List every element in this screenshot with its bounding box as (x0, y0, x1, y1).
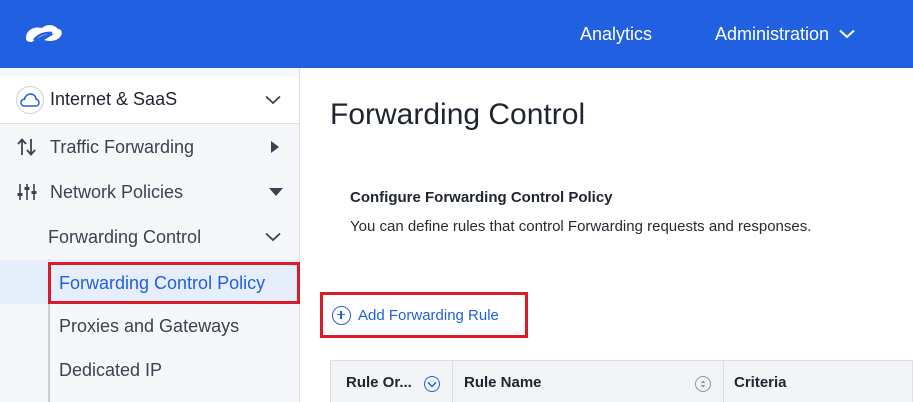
chevron-down-icon (265, 95, 281, 104)
sidebar-item-label: Traffic Forwarding (50, 136, 195, 157)
caret-down-icon (269, 188, 283, 196)
top-bar: Analytics Administration (0, 0, 913, 68)
sidebar-item-forwarding-control-policy[interactable]: Forwarding Control Policy (0, 260, 300, 304)
sidebar-item-label: Network Policies (50, 181, 184, 202)
cloud-icon (16, 85, 44, 114)
column-header-rule-name[interactable]: Rule Name (453, 361, 724, 402)
sidebar: Internet & SaaS Traffic Forwarding Netwo… (0, 68, 300, 402)
sidebar-section-internet-saas[interactable]: Internet & SaaS (0, 76, 299, 124)
page-title: Forwarding Control (330, 98, 586, 131)
nav-administration[interactable]: Administration (715, 0, 855, 68)
nav-analytics[interactable]: Analytics (580, 0, 652, 68)
column-header-label: Criteria (734, 373, 787, 391)
table-header: Rule Or... Rule Name Criteria (330, 360, 913, 402)
sidebar-item-network-policies[interactable]: Network Policies (0, 170, 299, 214)
sort-icon[interactable] (695, 376, 711, 392)
nav-administration-label: Administration (715, 23, 830, 44)
caret-right-icon (271, 141, 279, 153)
column-header-label: Rule Name (464, 373, 542, 391)
sidebar-item-forwarding-control[interactable]: Forwarding Control (0, 215, 299, 259)
selected-highlight: Forwarding Control Policy (48, 262, 300, 304)
column-header-criteria[interactable]: Criteria (724, 361, 912, 402)
sidebar-item-label: Dedicated IP (59, 359, 163, 380)
plus-circle-icon (332, 305, 351, 325)
add-forwarding-rule-label: Add Forwarding Rule (358, 306, 499, 324)
sidebar-item-label: Forwarding Control (48, 226, 202, 247)
sidebar-item-proxies-gateways[interactable]: Proxies and Gateways (0, 304, 299, 348)
sidebar-section-label: Internet & SaaS (50, 89, 178, 109)
nav-analytics-label: Analytics (580, 23, 653, 44)
zscaler-logo-icon[interactable] (20, 20, 64, 48)
sidebar-item-label: Proxies and Gateways (59, 315, 240, 336)
sort-descending-icon[interactable] (424, 376, 440, 392)
section-title: Configure Forwarding Control Policy (350, 189, 613, 206)
sidebar-item-dedicated-ip[interactable]: Dedicated IP (0, 348, 299, 392)
chevron-down-icon (265, 232, 281, 242)
sliders-icon (16, 181, 38, 203)
section-description: You can define rules that control Forwar… (350, 218, 812, 235)
add-forwarding-rule-button[interactable]: Add Forwarding Rule (320, 292, 528, 338)
arrows-up-down-icon (16, 136, 38, 158)
chevron-down-icon (839, 29, 855, 39)
sidebar-item-traffic-forwarding[interactable]: Traffic Forwarding (0, 125, 299, 169)
column-header-label: Rule Or... (346, 373, 412, 391)
sidebar-item-label: Forwarding Control Policy (59, 272, 266, 293)
column-header-rule-order[interactable]: Rule Or... (331, 361, 453, 402)
